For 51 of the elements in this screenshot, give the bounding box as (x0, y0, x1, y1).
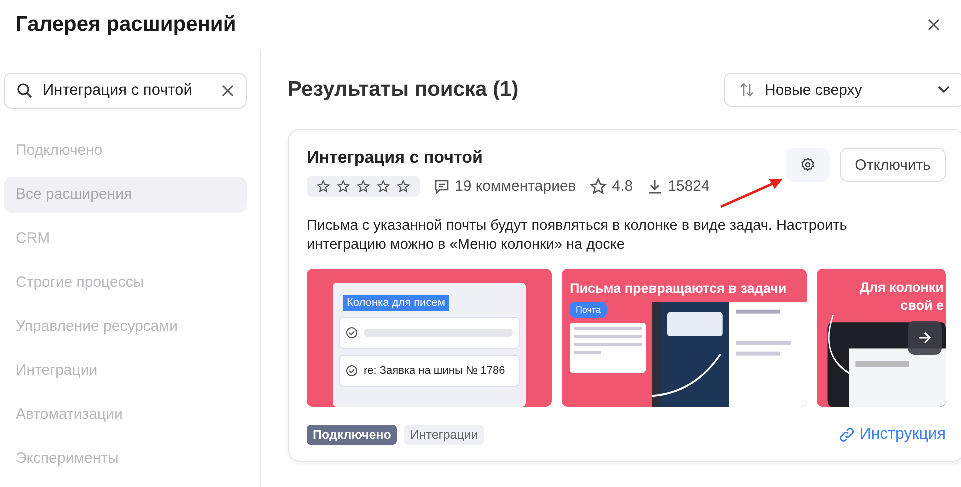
extension-title: Интеграция с почтой (307, 148, 484, 168)
task-title: re: Заявка на шины № 1786 (364, 365, 506, 377)
mail-badge: Почта (570, 302, 607, 318)
settings-button[interactable] (786, 148, 830, 182)
tag: Интеграции (404, 425, 484, 445)
star-icon (377, 180, 390, 193)
chevron-down-icon (938, 86, 950, 94)
search-field[interactable]: Интеграция с почтой (4, 73, 247, 109)
comment-icon (434, 178, 450, 194)
search-icon (17, 83, 33, 99)
star-icon (337, 180, 350, 193)
downloads-count: 15824 (668, 178, 710, 195)
settings-icon (800, 157, 816, 173)
tag: Подключено (307, 425, 398, 445)
sidebar-item[interactable]: Подключено (4, 133, 247, 169)
comments-count[interactable]: 19 комментариев (455, 178, 576, 195)
star-icon (357, 180, 370, 193)
instructions-link[interactable]: Инструкция (838, 426, 946, 444)
star-icon (590, 178, 608, 195)
preview-slide[interactable]: Письма превращаются в задачи Почта (562, 269, 807, 407)
sidebar-item[interactable]: Эксперименты (4, 441, 247, 477)
sidebar-item[interactable]: Управление ресурсами (4, 309, 247, 345)
rating-value: 4.8 (612, 178, 634, 195)
download-icon (647, 178, 664, 194)
arrow-right-icon (918, 332, 932, 344)
check-icon (346, 327, 358, 339)
sidebar-item[interactable]: Все расширения (4, 177, 247, 213)
sidebar-item[interactable]: Строгие процессы (4, 265, 247, 301)
extension-description: Письма с указанной почты будут появляться в колонке в виде задач. Настроить интеграцию можно в «Меню колонки» на доске (307, 217, 848, 255)
results-heading: Результаты поиска (1) (288, 78, 519, 102)
close-icon[interactable] (928, 19, 940, 31)
slide-title: Письма превращаются в задачи (569, 280, 788, 298)
sort-dropdown[interactable]: Новые сверху (724, 73, 961, 107)
clear-icon[interactable] (222, 85, 234, 97)
check-icon (346, 365, 358, 377)
star-rating[interactable] (307, 176, 420, 197)
disable-button[interactable]: Отключить (840, 148, 946, 182)
sidebar-item[interactable]: CRM (4, 221, 247, 257)
sidebar-item[interactable]: Автоматизации (4, 397, 247, 433)
star-icon (397, 180, 410, 193)
next-slide-button[interactable] (908, 321, 942, 355)
preview-slide[interactable]: Колонка для писем re: Заявка на шины № 1786 (307, 269, 552, 407)
preview-slide[interactable]: Для колонки свой е (817, 269, 946, 407)
slide-title: Для колонки (860, 279, 944, 297)
window-title: Галерея расширений (16, 13, 236, 37)
star-icon (317, 180, 330, 193)
slide-title: свой е (900, 297, 944, 315)
sidebar-item[interactable]: Интеграции (4, 353, 247, 389)
column-label: Колонка для писем (343, 295, 450, 311)
link-icon (838, 426, 856, 444)
sort-icon (739, 82, 755, 98)
